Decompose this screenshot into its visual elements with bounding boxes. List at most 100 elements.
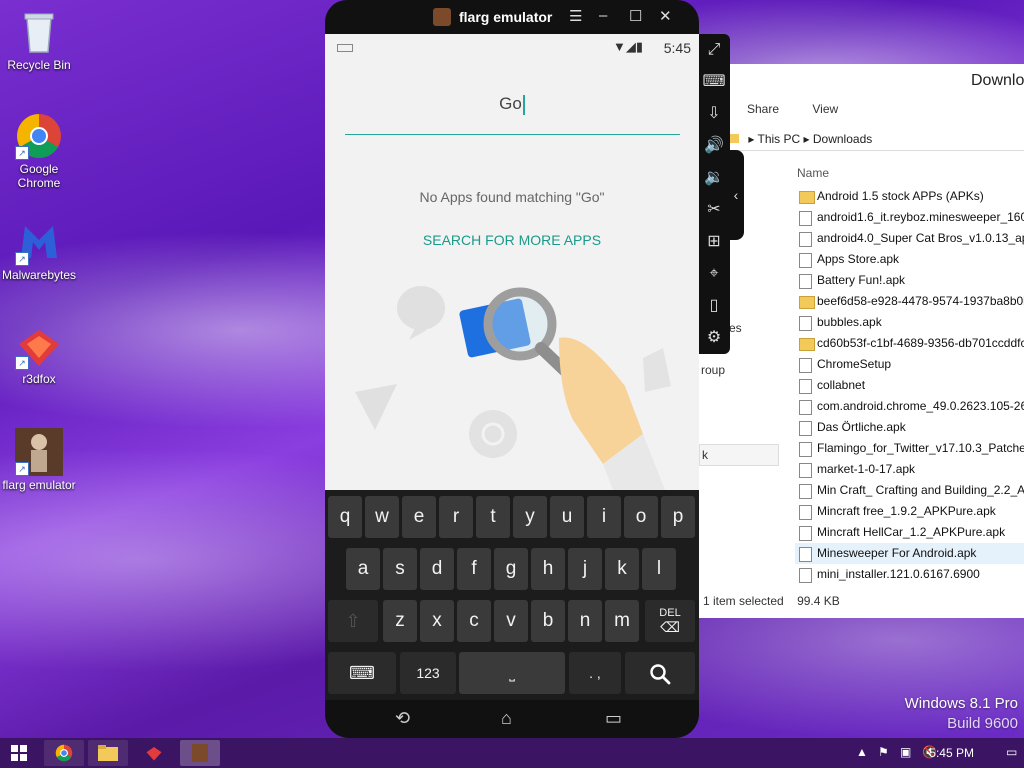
key-s[interactable]: s <box>383 548 417 590</box>
key-e[interactable]: e <box>402 496 436 538</box>
recents-icon[interactable]: ▭ <box>605 708 622 729</box>
key-a[interactable]: a <box>346 548 380 590</box>
desktop-icon-flarg-emulator[interactable]: ↗ flarg emulator <box>0 428 78 492</box>
file-row[interactable]: android1.6_it.reyboz.minesweeper_160.a <box>795 207 1024 228</box>
nav-pane-item[interactable]: k <box>699 444 779 466</box>
keyboard-icon[interactable]: ⌨ <box>698 66 730 98</box>
file-row[interactable]: Battery Fun!.apk <box>795 270 1024 291</box>
key-r[interactable]: r <box>439 496 473 538</box>
taskbar-r3dfox[interactable] <box>134 740 174 766</box>
key-u[interactable]: u <box>550 496 584 538</box>
taskbar-clock[interactable]: 5:45 PM <box>929 746 974 760</box>
key-z[interactable]: z <box>383 600 417 642</box>
start-button[interactable] <box>4 740 34 766</box>
menu-icon[interactable]: ☰ <box>569 7 582 25</box>
key-d[interactable]: d <box>420 548 454 590</box>
flag-icon[interactable]: ⚑ <box>878 745 889 759</box>
scissors-icon[interactable]: ✂ <box>698 194 730 226</box>
file-row[interactable]: Apps Store.apk <box>795 249 1024 270</box>
add-window-icon[interactable]: ⊞ <box>698 226 730 258</box>
key-v[interactable]: v <box>494 600 528 642</box>
file-row[interactable]: beef6d58-e928-4478-9574-1937ba8b0b0 <box>795 291 1024 312</box>
menu-view[interactable]: View <box>812 102 838 116</box>
key-t[interactable]: t <box>476 496 510 538</box>
keyboard-switch-key[interactable]: ⌨ <box>328 652 396 694</box>
key-y[interactable]: y <box>513 496 547 538</box>
settings-gear-icon[interactable]: ⚙ <box>698 322 730 354</box>
key-p[interactable]: p <box>661 496 695 538</box>
key-l[interactable]: l <box>642 548 676 590</box>
shift-key[interactable]: ⇧ <box>328 600 378 642</box>
breadcrumb-downloads[interactable]: Downloads <box>813 132 872 146</box>
key-b[interactable]: b <box>531 600 565 642</box>
collapse-toolbar-chevron-icon[interactable]: ‹ <box>728 150 744 240</box>
delete-key[interactable]: DEL ⌫ <box>645 600 695 642</box>
taskbar-chrome[interactable] <box>44 740 84 766</box>
nav-pane-label[interactable]: es <box>729 321 742 335</box>
location-icon[interactable]: ⌖ <box>698 258 730 290</box>
minimize-icon[interactable]: – <box>599 7 607 24</box>
file-row[interactable]: cd60b53f-c1bf-4689-9356-db701ccddfc <box>795 333 1024 354</box>
fullscreen-icon[interactable]: ⤢ <box>698 34 730 66</box>
file-row[interactable]: bubbles.apk <box>795 312 1024 333</box>
file-row[interactable]: mini_installer.121.0.6167.6900 <box>795 564 1024 585</box>
key-q[interactable]: q <box>328 496 362 538</box>
emulator-titlebar[interactable]: flarg emulator ☰ – ☐ ✕ <box>325 0 699 34</box>
emulator-window[interactable]: flarg emulator ☰ – ☐ ✕ ▼◢▮ 5:45 Go No Ap… <box>325 0 699 738</box>
key-w[interactable]: w <box>365 496 399 538</box>
numbers-key[interactable]: 123 <box>400 652 456 694</box>
volume-down-icon[interactable]: 🔉 <box>698 162 730 194</box>
file-row[interactable]: Das Örtliche.apk <box>795 417 1024 438</box>
file-row[interactable]: Mincraft free_1.9.2_APKPure.apk <box>795 501 1024 522</box>
key-m[interactable]: m <box>605 600 639 642</box>
file-row[interactable]: Flamingo_for_Twitter_v17.10.3_Patched <box>795 438 1024 459</box>
taskbar-flarg-emulator[interactable] <box>180 740 220 766</box>
key-g[interactable]: g <box>494 548 528 590</box>
file-row[interactable]: com.android.chrome_49.0.2623.105-262 <box>795 396 1024 417</box>
desktop-icon-malwarebytes[interactable]: ↗ Malwarebytes <box>0 218 78 282</box>
install-apk-icon[interactable]: ⇩ <box>698 98 730 130</box>
network-icon[interactable]: ▣ <box>900 745 911 759</box>
key-j[interactable]: j <box>568 548 602 590</box>
space-key[interactable]: ⎵ <box>459 652 565 694</box>
taskbar-file-explorer[interactable] <box>88 740 128 766</box>
punctuation-key[interactable]: . , <box>569 652 621 694</box>
android-screen[interactable]: ▼◢▮ 5:45 Go No Apps found matching "Go" … <box>325 34 699 490</box>
search-more-apps-button[interactable]: SEARCH FOR MORE APPS <box>325 232 699 248</box>
menu-share[interactable]: Share <box>747 102 779 116</box>
key-f[interactable]: f <box>457 548 491 590</box>
key-h[interactable]: h <box>531 548 565 590</box>
file-row[interactable]: Android 1.5 stock APPs (APKs) <box>795 186 1024 207</box>
desktop-icon-google-chrome[interactable]: ↗ Google Chrome <box>0 112 78 190</box>
notifications-icon[interactable]: ▭ <box>1006 745 1017 759</box>
key-k[interactable]: k <box>605 548 639 590</box>
home-icon[interactable]: ⌂ <box>501 708 512 729</box>
file-row[interactable]: collabnet <box>795 375 1024 396</box>
column-header-name[interactable]: Name <box>797 166 829 180</box>
search-key[interactable] <box>625 652 695 694</box>
volume-up-icon[interactable]: 🔊 <box>698 130 730 162</box>
shake-icon[interactable]: ▯ <box>698 290 730 322</box>
desktop-icon-r3dfox[interactable]: ↗ r3dfox <box>0 322 78 386</box>
nav-pane-label[interactable]: roup <box>701 363 725 377</box>
maximize-icon[interactable]: ☐ <box>629 7 642 25</box>
key-n[interactable]: n <box>568 600 602 642</box>
file-row[interactable]: ChromeSetup <box>795 354 1024 375</box>
desktop-icon-recycle-bin[interactable]: Recycle Bin <box>0 8 78 72</box>
app-search-input[interactable]: Go <box>325 94 699 115</box>
key-x[interactable]: x <box>420 600 454 642</box>
show-hidden-icons-chevron-icon[interactable]: ▲ <box>856 745 868 759</box>
back-icon[interactable]: ⟲ <box>395 708 410 729</box>
address-bar[interactable]: ▸ This PC ▸ Downloads <box>729 128 1024 151</box>
file-row[interactable]: Mincraft HellCar_1.2_APKPure.apk <box>795 522 1024 543</box>
close-icon[interactable]: ✕ <box>659 7 672 25</box>
file-row[interactable]: market-1-0-17.apk <box>795 459 1024 480</box>
file-row[interactable]: Min Craft_ Crafting and Building_2.2_AP <box>795 480 1024 501</box>
file-row[interactable]: android4.0_Super Cat Bros_v1.0.13_apkp <box>795 228 1024 249</box>
file-explorer-window[interactable]: Downloa Share View ▸ This PC ▸ Downloads… <box>698 64 1024 618</box>
breadcrumb-this-pc[interactable]: This PC <box>757 132 800 146</box>
key-c[interactable]: c <box>457 600 491 642</box>
key-i[interactable]: i <box>587 496 621 538</box>
key-o[interactable]: o <box>624 496 658 538</box>
file-row-selected[interactable]: Minesweeper For Android.apk <box>795 543 1024 564</box>
